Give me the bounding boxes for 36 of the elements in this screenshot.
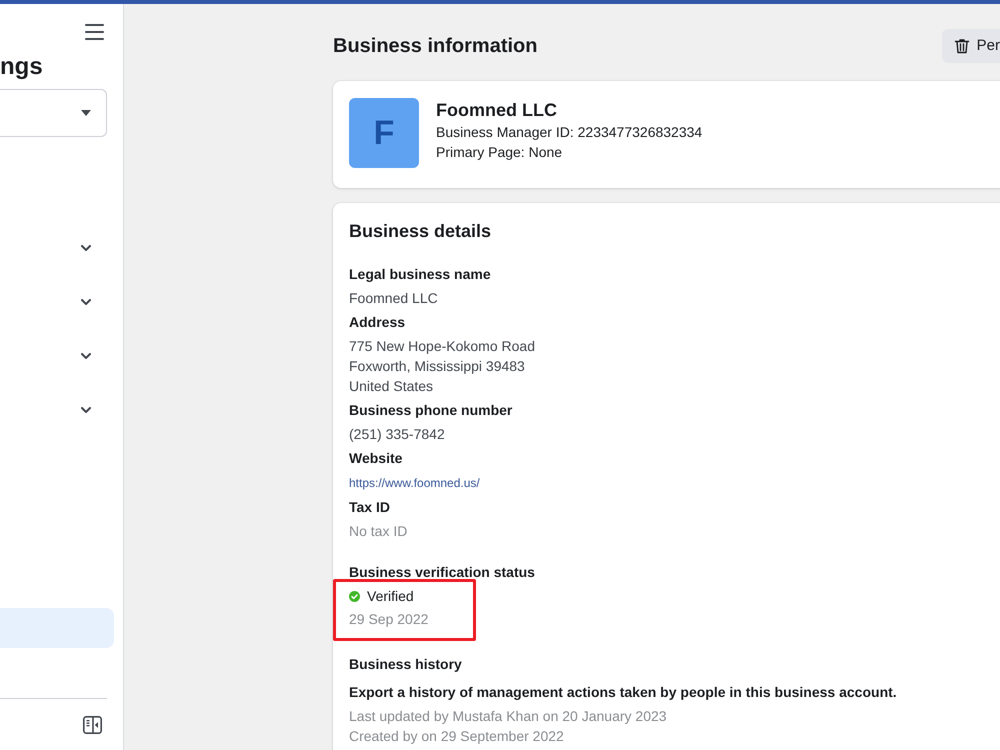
field-value: Foomned LLC — [349, 289, 439, 308]
page-title: Business information — [333, 34, 538, 59]
field-label: Tax ID — [349, 498, 391, 517]
field-label: Business verification status — [349, 563, 536, 582]
business-info-text: Business Manager ID: 2233477326832334 — [436, 123, 702, 142]
collapse-panel-icon[interactable] — [83, 716, 102, 734]
caret-down-icon — [81, 110, 91, 116]
business-logo-tile: F — [349, 98, 419, 168]
dropdown-field[interactable] — [0, 89, 107, 137]
field-label: Legal business name — [349, 265, 492, 284]
field-value: No tax ID — [349, 522, 408, 541]
field-label: Business phone number — [349, 401, 514, 420]
field-label: Website — [349, 449, 404, 468]
field-value: United States — [349, 377, 434, 396]
chevron-down-icon[interactable] — [81, 407, 91, 413]
business-info-text: Primary Page: None — [436, 143, 564, 162]
business-name: Foomned LLC — [436, 99, 558, 122]
field-value: 775 New Hope-Kokomo Road — [349, 337, 536, 356]
trash-icon — [954, 38, 970, 54]
website-link[interactable]: https://www.foomned.us/ — [349, 475, 480, 491]
history-note: Created by on 29 September 2022 — [349, 727, 565, 746]
delete-button[interactable]: Per — [942, 29, 1000, 63]
field-label: Business history — [349, 655, 463, 674]
verification-status: Verified — [367, 587, 414, 606]
section-title: Business details — [349, 220, 492, 243]
field-value: Foxworth, Mississippi 39483 — [349, 357, 526, 376]
history-description: Export a history of management actions taken by people in this business account. — [349, 683, 898, 702]
field-value: (251) 335-7842 — [349, 425, 446, 444]
field-label: Address — [349, 313, 406, 332]
verification-date: 29 Sep 2022 — [349, 610, 428, 629]
history-note: Last updated by Mustafa Khan on 20 January 2023 — [349, 707, 668, 726]
chevron-down-icon[interactable] — [81, 245, 91, 251]
chevron-down-icon[interactable] — [81, 299, 91, 305]
sidebar-title: ngs — [0, 52, 44, 82]
menu-icon[interactable] — [85, 24, 104, 40]
chevron-down-icon[interactable] — [81, 353, 91, 359]
